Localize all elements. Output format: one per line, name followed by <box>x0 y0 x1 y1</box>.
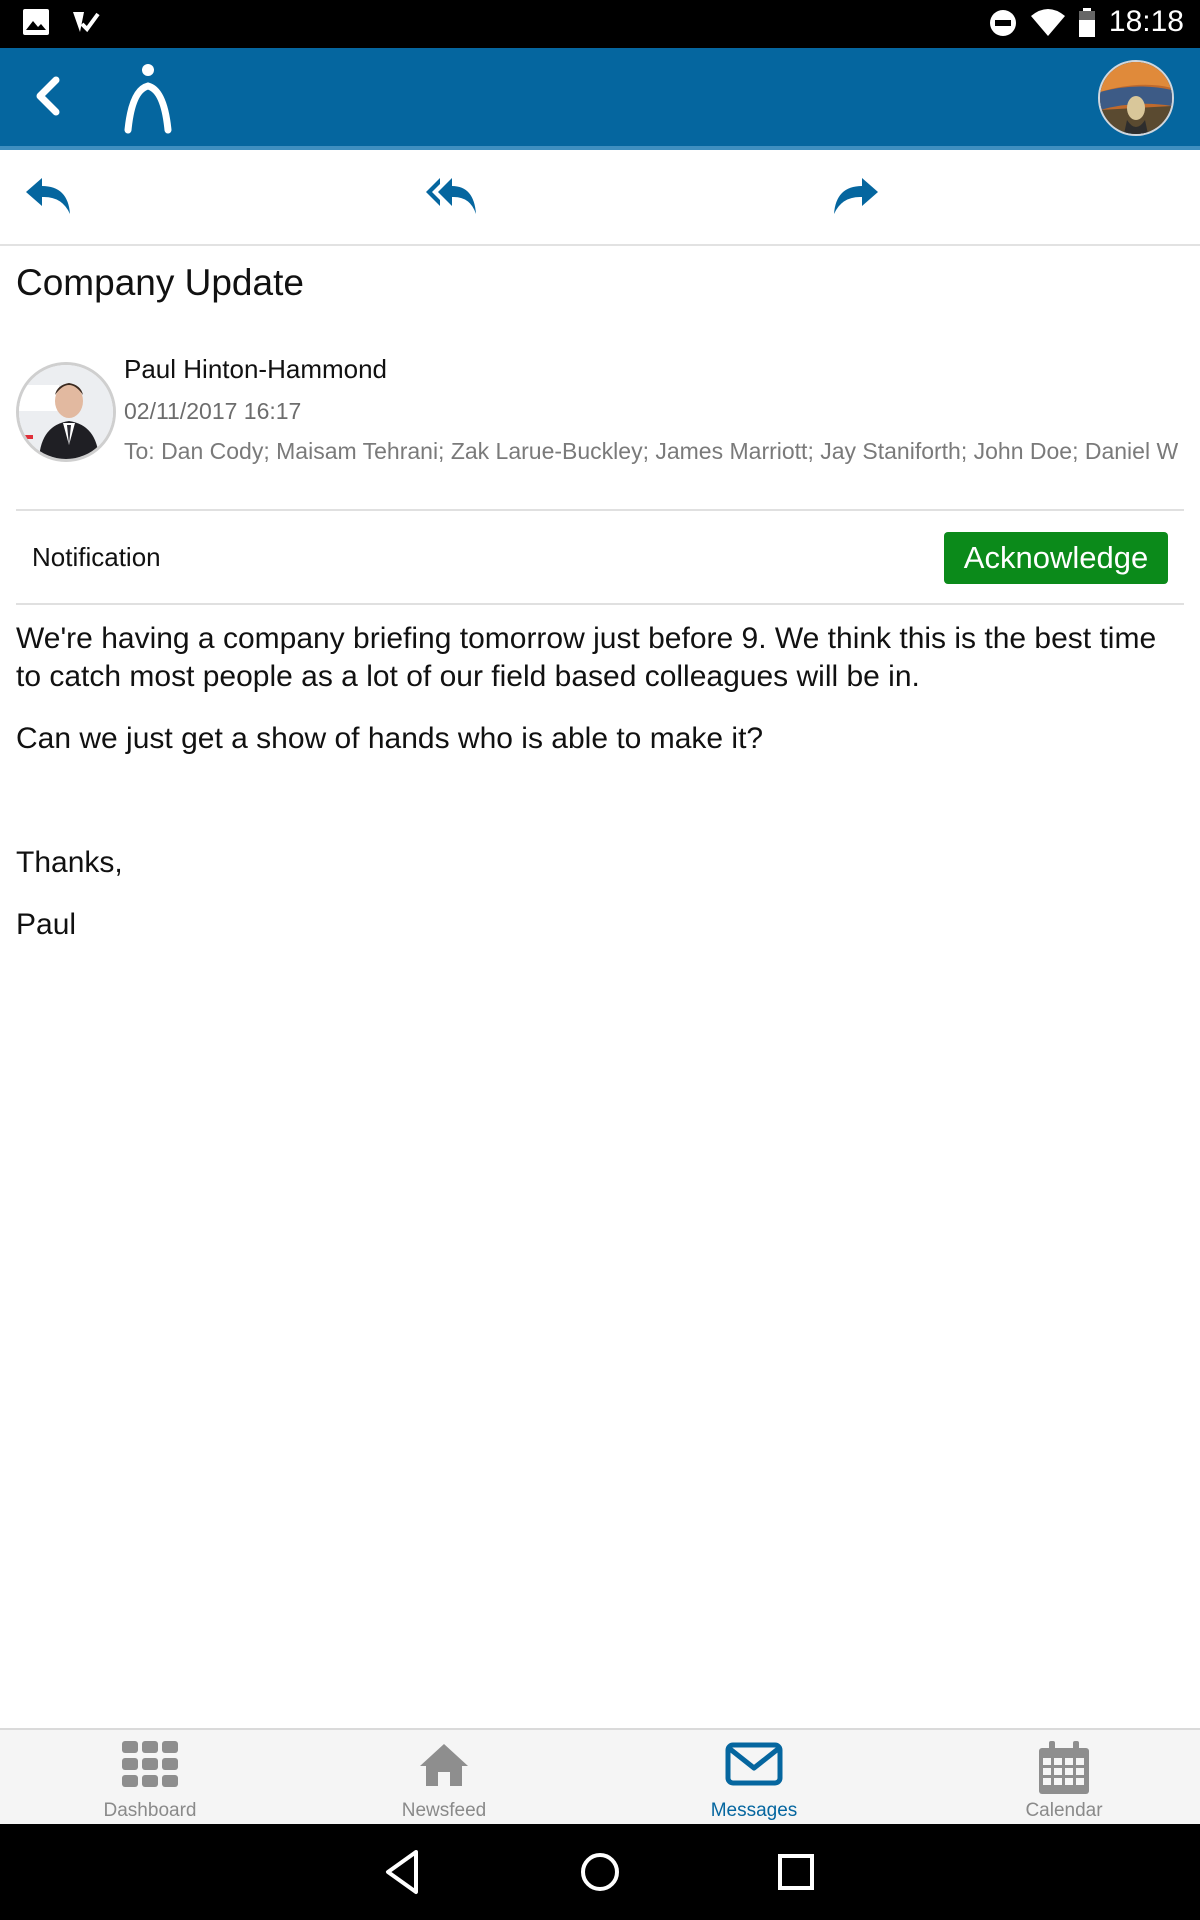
nav-recents-icon[interactable] <box>770 1846 822 1898</box>
tab-dashboard[interactable]: Dashboard <box>0 1730 300 1826</box>
recipients-list: To: Dan Cody; Maisam Tehrani; Zak Larue-… <box>124 438 1179 464</box>
user-avatar[interactable] <box>1098 60 1174 136</box>
message-actions <box>0 150 1200 246</box>
nav-home-icon[interactable] <box>574 1846 626 1898</box>
acknowledge-button[interactable]: Acknowledge <box>944 532 1168 584</box>
image-notification-icon <box>23 9 49 35</box>
tab-label: Calendar <box>1025 1800 1103 1821</box>
app-bar <box>0 48 1200 150</box>
divider <box>16 603 1184 605</box>
body-paragraph: Can we just get a show of hands who is a… <box>16 722 764 755</box>
forward-icon[interactable] <box>826 172 882 220</box>
system-nav-bar <box>0 1824 1200 1920</box>
divider <box>16 509 1184 511</box>
calendar-icon <box>1039 1741 1089 1794</box>
body-spacer <box>16 782 1186 820</box>
status-time: 18:18 <box>1108 5 1184 38</box>
status-bar: 18:18 <box>0 0 1200 48</box>
home-icon <box>420 1744 468 1786</box>
sender-name: Paul Hinton-Hammond <box>124 354 388 384</box>
checklist-notification-icon <box>73 12 100 33</box>
message-date: 02/11/2017 16:17 <box>124 398 302 424</box>
notification-label: Notification <box>32 542 161 572</box>
tab-messages[interactable]: Messages <box>604 1730 904 1826</box>
body-paragraph: Paul <box>16 908 77 941</box>
back-arrow-icon[interactable] <box>24 70 76 122</box>
reply-icon[interactable] <box>22 172 78 220</box>
tab-label: Newsfeed <box>401 1800 487 1821</box>
bottom-tab-bar: Dashboard Newsfeed Messages Calendar <box>0 1728 1200 1826</box>
battery-icon <box>1079 8 1095 37</box>
tab-label: Dashboard <box>103 1800 197 1821</box>
reply-all-icon[interactable] <box>424 172 480 220</box>
message-subject: Company Update <box>16 262 304 303</box>
tab-label: Messages <box>710 1800 798 1821</box>
tab-calendar[interactable]: Calendar <box>914 1730 1200 1826</box>
tab-newsfeed[interactable]: Newsfeed <box>294 1730 594 1826</box>
message-body: We're having a company briefing tomorrow… <box>16 620 1186 968</box>
wifi-icon <box>1031 9 1065 36</box>
dashboard-grid-icon <box>122 1741 178 1787</box>
body-paragraph: Thanks, <box>16 846 123 879</box>
body-paragraph: We're having a company briefing tomorrow… <box>16 622 1157 693</box>
nav-back-icon[interactable] <box>378 1846 430 1898</box>
do-not-disturb-icon <box>990 10 1016 36</box>
app-logo-icon <box>124 64 172 134</box>
envelope-icon <box>725 1742 783 1786</box>
sender-avatar <box>16 362 116 462</box>
